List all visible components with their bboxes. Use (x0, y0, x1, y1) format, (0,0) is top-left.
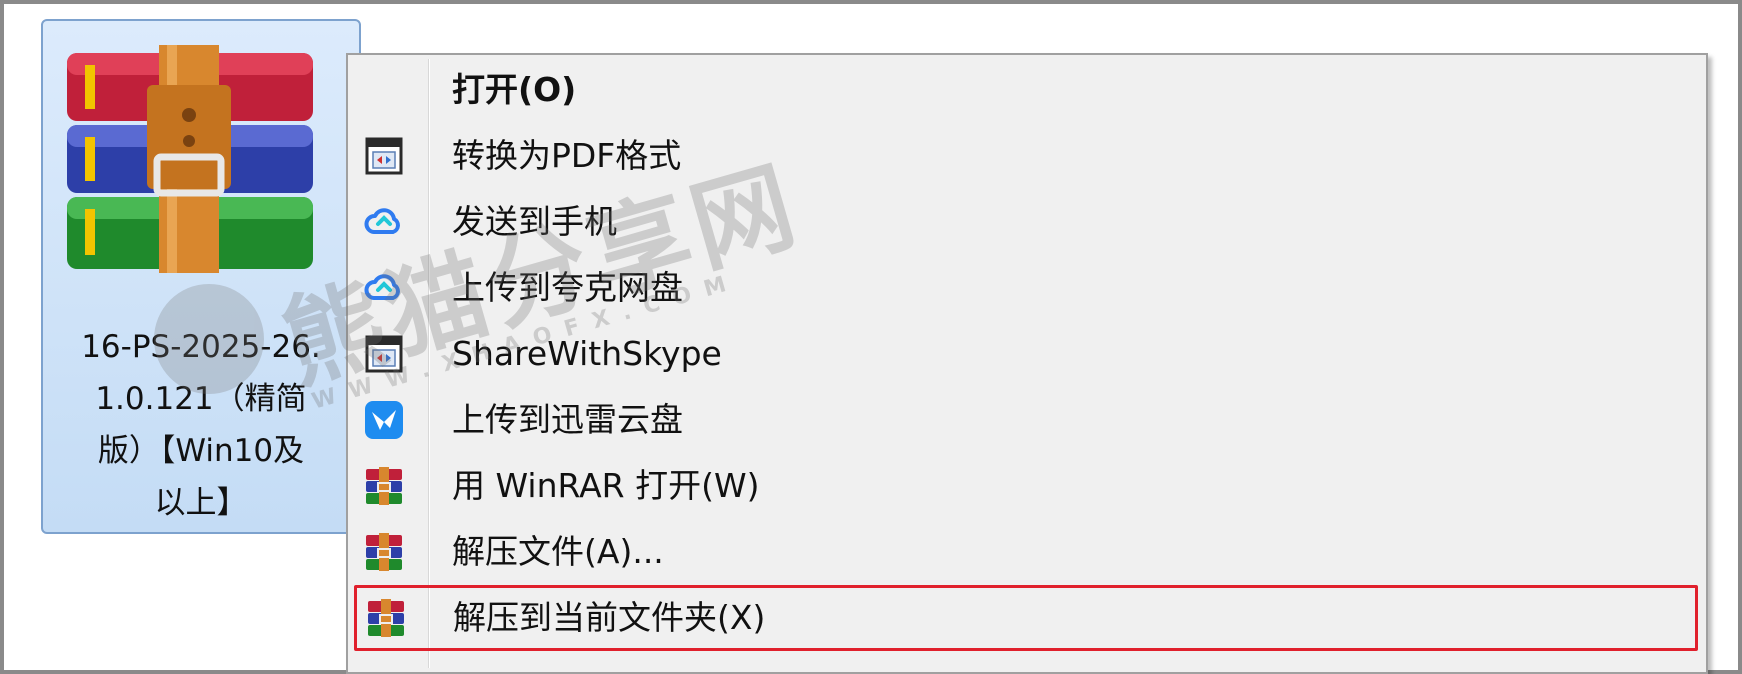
file-name-line: 1.0.121（精简 (95, 381, 307, 417)
menu-item-label: 打开(O) (452, 70, 577, 109)
context-menu: 打开(O) 转换为PDF格式 发送到手机 上传到夸克网盘 ShareWithSk… (346, 53, 1708, 674)
selected-file-item[interactable]: 16-PS-2025-26. 1.0.121（精简 版）【Win10及 以上】 (41, 19, 361, 534)
menu-item-label: 转换为PDF格式 (452, 136, 682, 175)
file-name-label: 16-PS-2025-26. 1.0.121（精简 版）【Win10及 以上】 (51, 321, 351, 529)
menu-item-label: 上传到夸克网盘 (452, 268, 683, 307)
screenshot-frame: 16-PS-2025-26. 1.0.121（精简 版）【Win10及 以上】 … (0, 0, 1742, 674)
file-name-line: 16-PS-2025-26. (81, 329, 321, 365)
winrar-icon (366, 467, 402, 505)
menu-item-label: 解压文件(A)... (452, 532, 664, 571)
winrar-archive-icon (67, 45, 313, 273)
file-name-line: 以上】 (154, 485, 248, 521)
menu-item-send-to-phone[interactable]: 发送到手机 (352, 189, 1702, 255)
menu-item-label: 用 WinRAR 打开(W) (452, 466, 760, 505)
menu-item-extract-here[interactable]: 解压到当前文件夹(X) (354, 585, 1698, 651)
menu-item-label: 上传到迅雷云盘 (452, 400, 683, 439)
menu-item-label: 发送到手机 (452, 202, 617, 241)
thunder-bird-icon (365, 401, 403, 439)
menu-item-upload-thunder[interactable]: 上传到迅雷云盘 (352, 387, 1702, 453)
menu-item-label: ShareWithSkype (452, 334, 722, 373)
menu-item-open[interactable]: 打开(O) (352, 57, 1702, 123)
menu-item-upload-quark[interactable]: 上传到夸克网盘 (352, 255, 1702, 321)
app-window-icon (365, 335, 403, 373)
menu-item-share-skype[interactable]: ShareWithSkype (352, 321, 1702, 387)
file-name-line: 版）【Win10及 (97, 433, 305, 469)
cloud-blue-icon (364, 274, 400, 300)
menu-item-open-winrar[interactable]: 用 WinRAR 打开(W) (352, 453, 1702, 519)
cloud-blue-icon (364, 208, 400, 234)
winrar-icon (368, 599, 404, 637)
menu-item-convert-pdf[interactable]: 转换为PDF格式 (352, 123, 1702, 189)
winrar-icon (366, 533, 402, 571)
menu-item-label: 解压到当前文件夹(X) (453, 598, 766, 637)
pdf-convert-icon (365, 137, 403, 175)
menu-item-extract-files[interactable]: 解压文件(A)... (352, 519, 1702, 585)
